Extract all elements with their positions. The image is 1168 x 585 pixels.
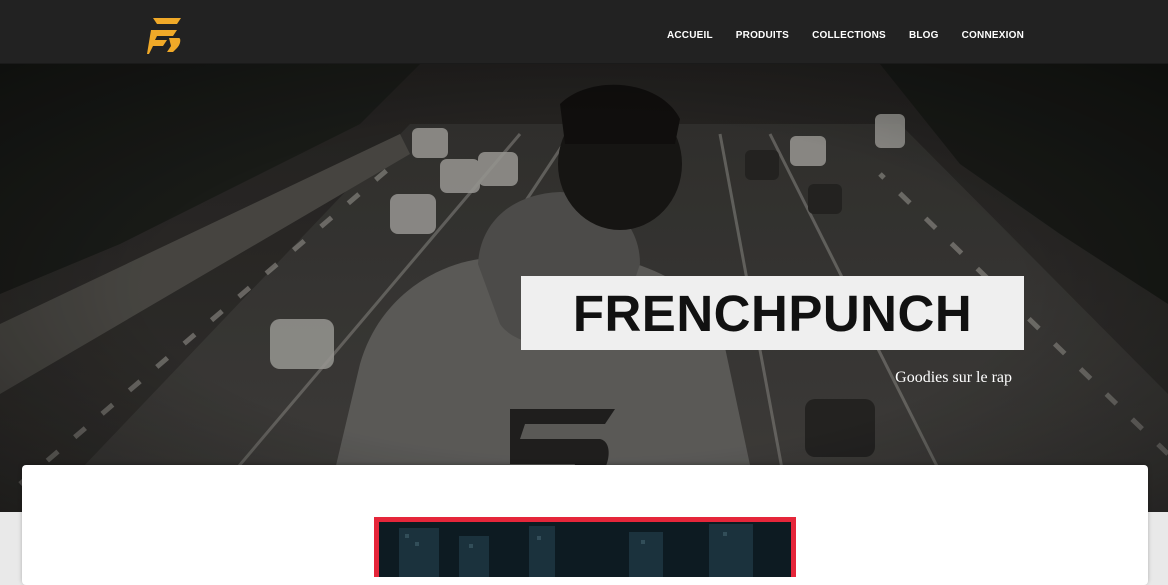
nav-link-connexion[interactable]: CONNEXION: [962, 30, 1024, 42]
hero-banner: FRENCHPUNCH Goodies sur le rap: [0, 64, 1168, 512]
top-navbar: ACCUEIL PRODUITS COLLECTIONS BLOG CONNEX…: [0, 0, 1168, 64]
nav-link-collections[interactable]: COLLECTIONS: [812, 30, 886, 42]
featured-image-graphic: [379, 522, 791, 577]
nav-link-blog[interactable]: BLOG: [909, 30, 939, 42]
content-card: [22, 465, 1148, 585]
frenchpunch-logo-icon[interactable]: [147, 16, 183, 56]
hero-title: FRENCHPUNCH: [572, 284, 973, 342]
featured-product-image[interactable]: [374, 517, 796, 577]
nav-link-accueil[interactable]: ACCUEIL: [667, 30, 713, 42]
hero-title-box: FRENCHPUNCH: [521, 276, 1024, 350]
hero-subtitle: Goodies sur le rap: [895, 369, 1012, 386]
nav-link-produits[interactable]: PRODUITS: [736, 30, 789, 42]
main-nav: ACCUEIL PRODUITS COLLECTIONS BLOG CONNEX…: [644, 30, 1024, 42]
